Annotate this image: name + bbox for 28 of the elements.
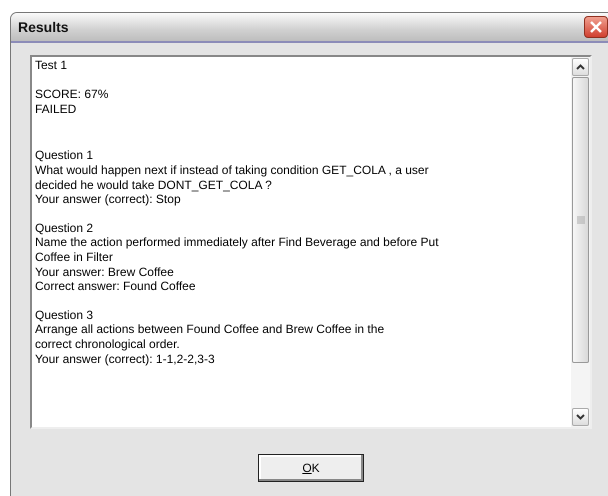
chevron-down-icon <box>576 414 585 420</box>
text-line: FAILED <box>35 102 78 116</box>
text-line: Question 1 <box>35 148 94 163</box>
text-line: Question 2 <box>35 220 94 236</box>
text-line: What would happen next if instead of taking condition GET_COLA , a user <box>35 162 430 178</box>
text-line: Your answer (correct): Stop <box>35 192 182 207</box>
chevron-up-icon <box>576 64 585 70</box>
text-line: Test 1 <box>35 58 68 73</box>
close-icon <box>589 20 603 34</box>
text-line: decided he would take DONT_GET_COLA ? <box>35 178 273 192</box>
scroll-down-button[interactable] <box>572 408 589 426</box>
text-line: correct chronological order. <box>35 336 181 352</box>
text-line: Correct answer: Found Coffee <box>35 279 197 294</box>
text-line: Coffee in Filter <box>35 250 114 265</box>
text-line: Arrange all actions between Found Coffee and Brew Coffee in the <box>35 322 386 337</box>
text-line: SCORE: 67% <box>35 87 110 102</box>
window-title: Results <box>18 18 69 36</box>
text-line: Your answer: Brew Coffee <box>35 264 175 280</box>
text-line: Your answer (correct): 1-1,2-2,3-3 <box>35 352 216 366</box>
text-line: Question 3 <box>35 308 94 322</box>
vertical-scrollbar[interactable] <box>571 57 590 427</box>
results-text-area[interactable] <box>30 55 592 429</box>
ok-button[interactable]: OK <box>258 454 364 482</box>
text-line: Name the action performed immediately after Find Beverage and before Put <box>35 235 440 250</box>
grip-icon <box>576 216 584 224</box>
scroll-thumb[interactable] <box>572 77 589 363</box>
scroll-up-button[interactable] <box>572 58 589 76</box>
close-button[interactable] <box>584 16 608 38</box>
